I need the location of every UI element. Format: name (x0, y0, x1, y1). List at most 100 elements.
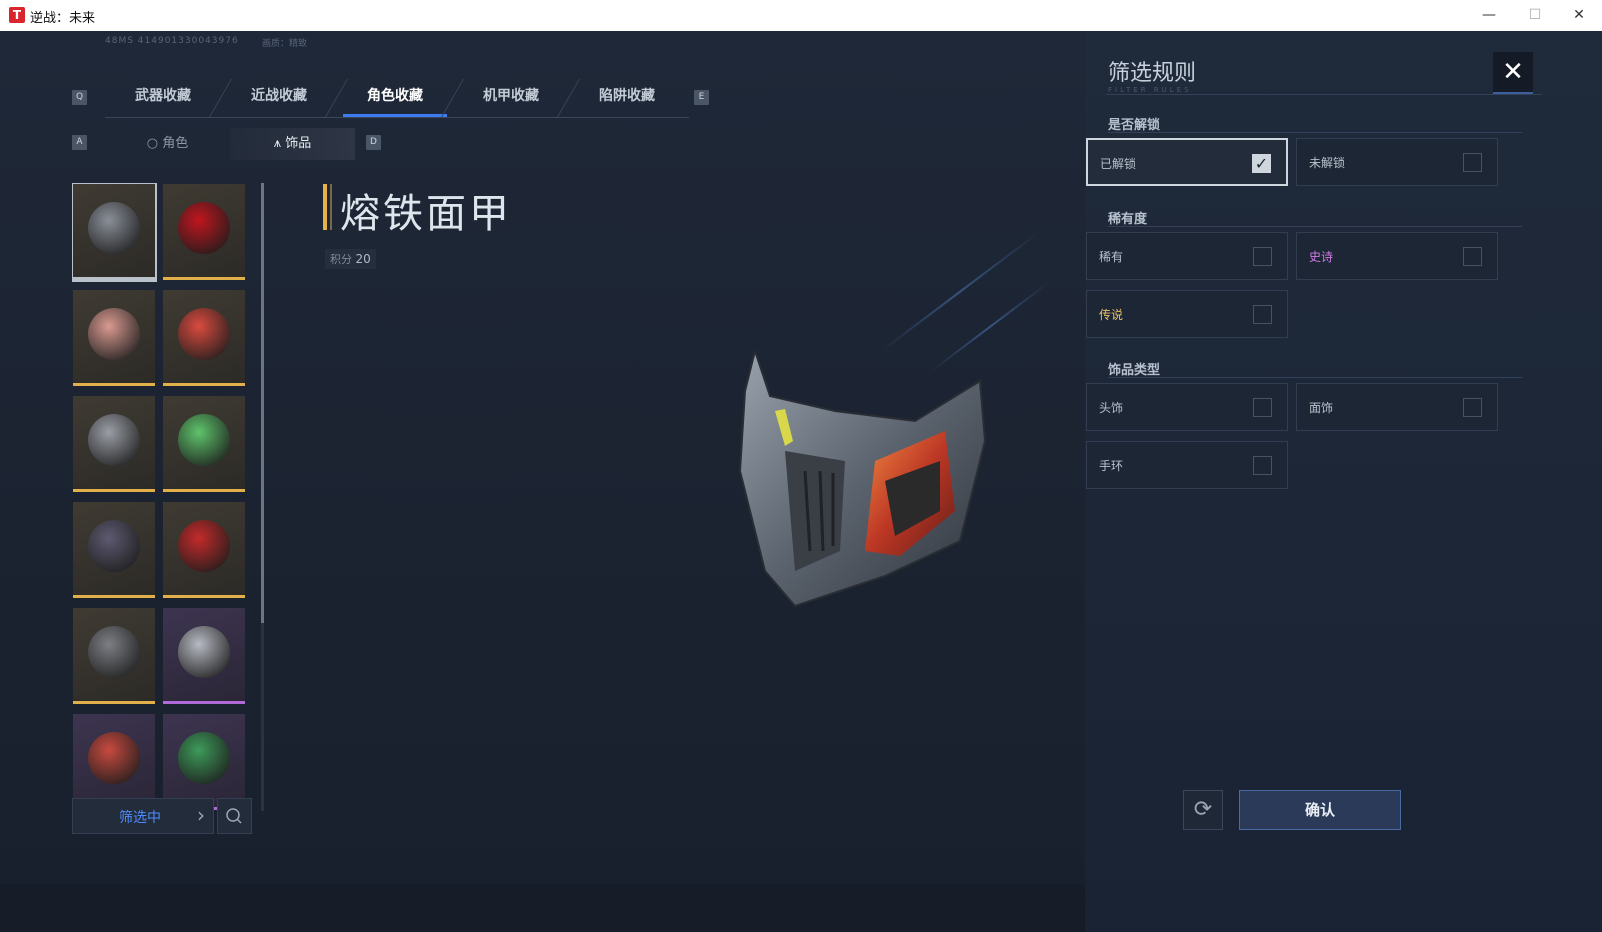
ping-info: 48MS 414901330043976 (105, 36, 239, 46)
rarity-bar (163, 277, 245, 280)
option-label: 史诗 (1309, 250, 1334, 264)
filter-button-label: 筛选中 (119, 810, 161, 826)
tab-label: 角色收藏 (367, 88, 423, 104)
item-card-girl-head[interactable] (73, 290, 155, 386)
maximize-button[interactable]: ☐ (1512, 0, 1558, 31)
item-card-visor[interactable] (73, 502, 155, 598)
checkbox-icon[interactable] (1253, 398, 1272, 417)
item-card-bracelet[interactable] (73, 608, 155, 704)
option-unlocked[interactable]: 已解锁 ✓ (1086, 138, 1288, 186)
tab-label: 近战收藏 (251, 88, 307, 104)
option-label: 手环 (1099, 459, 1124, 473)
item-thumbnail (178, 308, 230, 360)
tab-label: 陷阱收藏 (599, 88, 655, 104)
tab-melee[interactable]: 近战收藏 (221, 79, 348, 117)
key-hint-a[interactable]: A (72, 135, 87, 150)
reset-button[interactable]: ⟳ (1183, 790, 1223, 830)
option-bracelet[interactable]: 手环 (1086, 441, 1288, 489)
item-thumbnail (178, 626, 230, 678)
divider (1106, 94, 1542, 95)
checkbox-icon[interactable] (1253, 305, 1272, 324)
confirm-button[interactable]: 确认 (1239, 790, 1401, 830)
item-card-wolf-head[interactable] (73, 396, 155, 492)
checkbox-icon[interactable] (1463, 153, 1482, 172)
item-thumbnail (88, 520, 140, 572)
subtab-ornament[interactable]: ⩚ 饰品 (230, 128, 355, 160)
item-card-red-hood[interactable] (163, 184, 245, 280)
item-thumbnail (88, 732, 140, 784)
tab-mecha[interactable]: 机甲收藏 (453, 79, 580, 117)
option-epic[interactable]: 史诗 (1296, 232, 1498, 280)
filter-button[interactable]: 筛选中 › (72, 798, 214, 834)
rarity-bar (163, 701, 245, 704)
item-3d-preview[interactable] (715, 347, 1015, 621)
minimize-button[interactable]: — (1466, 0, 1512, 31)
tab-label: 武器收藏 (135, 88, 191, 104)
score-label: 积分 (330, 253, 352, 266)
subtab-label: 角色 (162, 136, 189, 151)
option-rare[interactable]: 稀有 (1086, 232, 1288, 280)
item-thumbnail (178, 414, 230, 466)
sub-tabs: ○ 角色 ⩚ 饰品 (105, 128, 355, 160)
checkbox-icon[interactable] (1463, 398, 1482, 417)
item-thumbnail (88, 414, 140, 466)
tab-weapons[interactable]: 武器收藏 (105, 79, 232, 117)
item-card-cat-headphones[interactable] (163, 396, 245, 492)
item-card-pig-head[interactable] (163, 290, 245, 386)
chevron-right-icon: › (197, 803, 205, 827)
checkbox-checked-icon[interactable]: ✓ (1252, 154, 1271, 173)
option-label: 面饰 (1309, 401, 1334, 415)
quality-info: 画质：精致 (262, 39, 308, 49)
section-title-unlock: 是否解锁 (1108, 118, 1161, 133)
key-hint-d[interactable]: D (366, 135, 381, 150)
item-thumbnail (178, 520, 230, 572)
option-legendary[interactable]: 传说 (1086, 290, 1288, 338)
item-card-mecha-wing[interactable] (163, 608, 245, 704)
item-card-pig-hat[interactable] (73, 714, 155, 810)
refresh-icon: ⟳ (1193, 797, 1213, 822)
item-thumbnail (88, 202, 140, 254)
key-hint-e[interactable]: E (694, 90, 709, 105)
section-title-rarity: 稀有度 (1108, 212, 1148, 227)
rarity-bar (73, 595, 155, 598)
scrollbar-thumb[interactable] (261, 183, 264, 623)
item-card-mask-silver[interactable] (72, 183, 157, 282)
item-card-green-dragon[interactable] (163, 714, 245, 810)
title-accent (330, 184, 332, 230)
grid-scrollbar[interactable] (261, 183, 264, 811)
close-panel-button[interactable]: ✕ (1493, 52, 1533, 94)
checkbox-icon[interactable] (1463, 247, 1482, 266)
panel-subtitle: FILTER RULES (1108, 86, 1192, 94)
option-facewear[interactable]: 面饰 (1296, 383, 1498, 431)
option-locked[interactable]: 未解锁 (1296, 138, 1498, 186)
option-label: 传说 (1099, 308, 1124, 322)
tabs-baseline (105, 117, 689, 118)
bottom-strip (0, 884, 1085, 932)
checkbox-icon[interactable] (1253, 456, 1272, 475)
item-grid (72, 183, 252, 811)
tab-label: 机甲收藏 (483, 88, 539, 104)
head-icon: ○ (146, 136, 163, 151)
option-headwear[interactable]: 头饰 (1086, 383, 1288, 431)
item-score: 积分 20 (325, 249, 376, 269)
option-label: 未解锁 (1309, 156, 1346, 170)
subtab-character[interactable]: ○ 角色 (105, 128, 230, 160)
rarity-bar (73, 489, 155, 492)
decor-line (879, 230, 1041, 353)
item-thumbnail (88, 626, 140, 678)
title-accent (323, 184, 327, 230)
rarity-bar (163, 489, 245, 492)
face-mask-model (738, 347, 987, 608)
item-card-red-mask[interactable] (163, 502, 245, 598)
tab-character[interactable]: 角色收藏 (337, 79, 464, 117)
panel-title: 筛选规则 (1108, 61, 1197, 86)
tab-traps[interactable]: 陷阱收藏 (569, 79, 685, 117)
checkbox-icon[interactable] (1253, 247, 1272, 266)
rarity-bar (163, 383, 245, 386)
search-button[interactable] (217, 798, 252, 834)
key-hint-q[interactable]: Q (72, 90, 87, 105)
app-icon: T (9, 7, 25, 23)
option-label: 稀有 (1099, 250, 1124, 264)
subtab-label: 饰品 (285, 136, 312, 151)
close-window-button[interactable]: ✕ (1556, 0, 1602, 31)
